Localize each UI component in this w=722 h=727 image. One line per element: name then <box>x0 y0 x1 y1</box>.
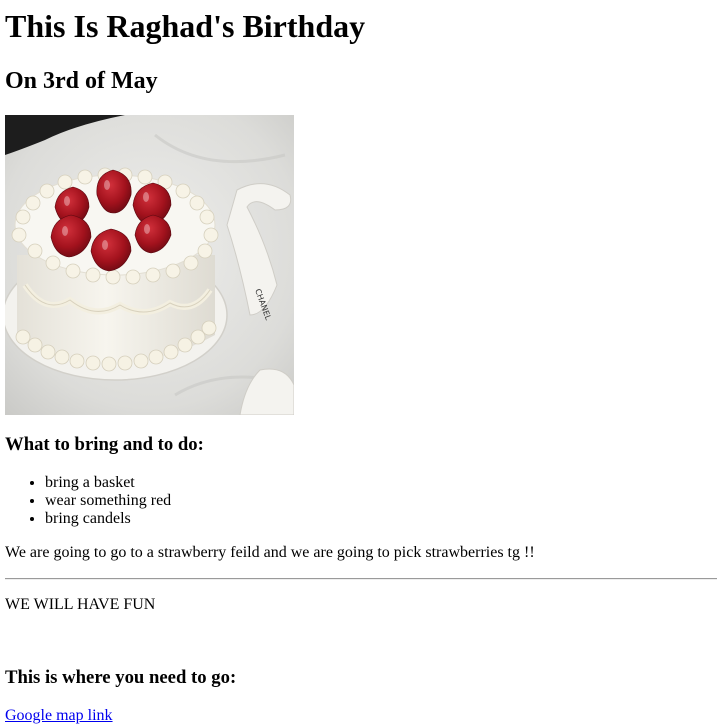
page-subtitle: On 3rd of May <box>5 68 158 94</box>
cake-photo: CHANEL <box>5 115 294 415</box>
horizontal-divider <box>5 578 717 580</box>
location-heading: This is where you need to go: <box>5 667 237 688</box>
page-content: This Is Raghad's Birthday On 3rd of May <box>0 0 722 725</box>
list-item: bring candels <box>45 510 717 528</box>
page-title: This Is Raghad's Birthday <box>5 8 366 44</box>
google-map-link[interactable]: Google map link <box>5 707 113 725</box>
list-item: wear something red <box>45 492 717 510</box>
plan-paragraph: We are going to go to a strawberry feild… <box>5 544 535 561</box>
fun-paragraph: WE WILL HAVE FUN <box>5 596 156 613</box>
page-body: { "page": { "title": "This Is Raghad's B… <box>0 0 722 727</box>
list-item: bring a basket <box>45 474 717 492</box>
todo-list: bring a basket wear something red bring … <box>5 474 717 528</box>
todo-heading: What to bring and to do: <box>5 434 204 455</box>
